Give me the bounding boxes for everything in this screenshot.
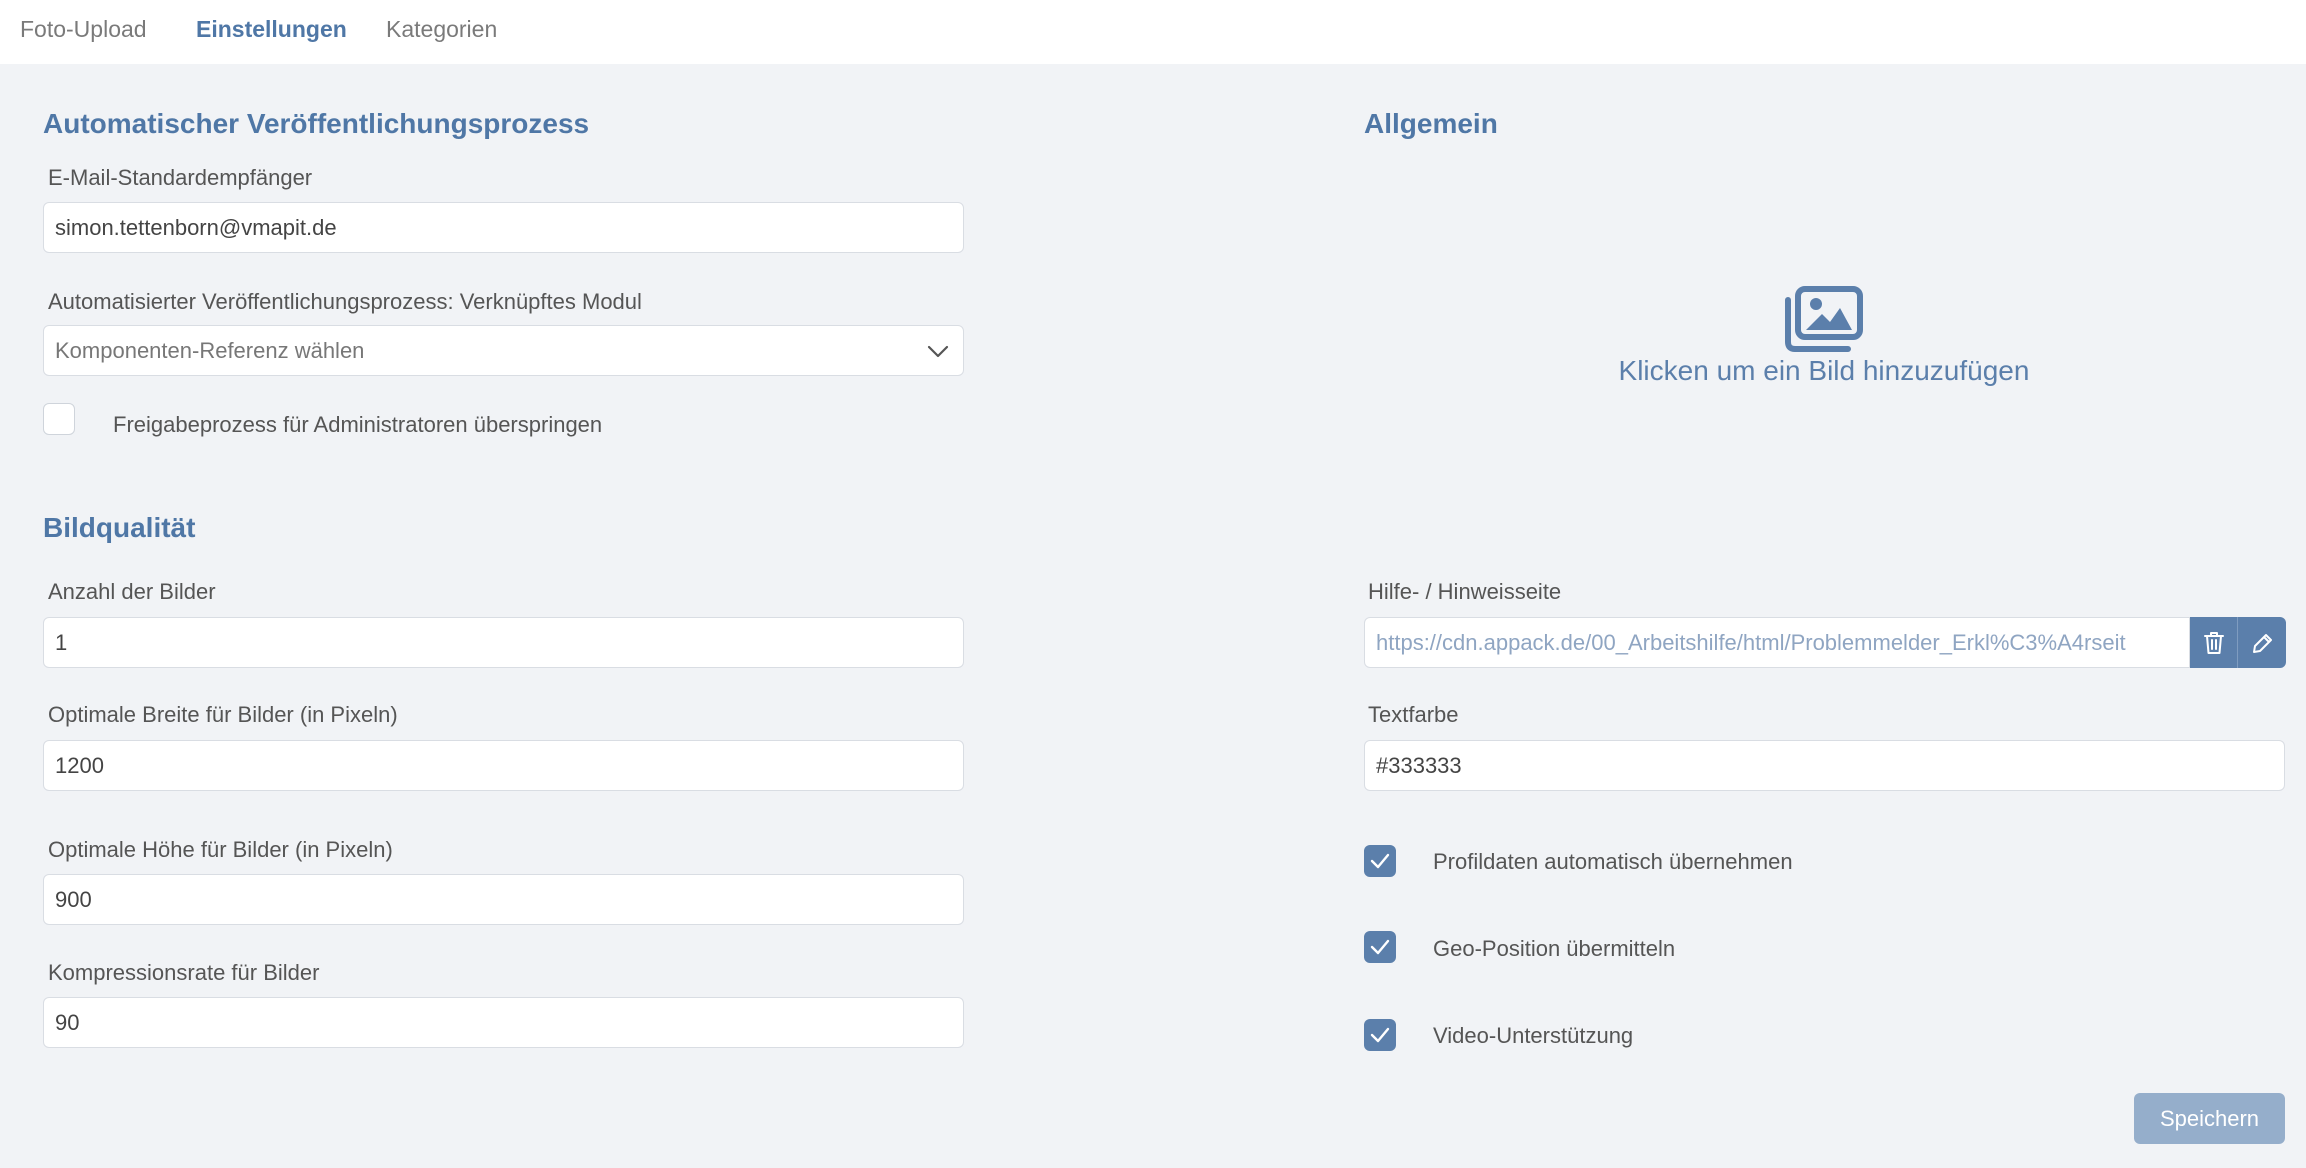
check-icon [1370, 1027, 1390, 1043]
image-upload-text: Klicken um ein Bild hinzuzufügen [1618, 355, 2030, 386]
height-label: Optimale Höhe für Bilder (in Pixeln) [48, 837, 393, 862]
publishing-heading: Automatischer Veröffentlichungsprozess [43, 108, 590, 139]
video-label: Video-Unterstützung [1433, 1023, 1634, 1048]
tab-kategorien[interactable]: Kategorien [386, 16, 497, 43]
delete-help-button[interactable] [2190, 617, 2238, 668]
trash-icon [2204, 632, 2224, 654]
check-icon [1370, 853, 1390, 869]
top-navigation: Foto-Upload Einstellungen Kategorien [0, 0, 2306, 64]
profile-checkbox[interactable] [1364, 845, 1396, 877]
textcolor-input[interactable]: #333333 [1364, 740, 2285, 791]
pencil-icon [2253, 634, 2272, 653]
help-label: Hilfe- / Hinweisseite [1368, 579, 1562, 604]
geo-checkbox[interactable] [1364, 931, 1396, 963]
height-input[interactable]: 900 [43, 874, 964, 925]
compression-label: Kompressionsrate für Bilder [48, 960, 320, 985]
module-label: Automatisierter Veröffentlichungsprozess… [48, 289, 642, 314]
save-button[interactable]: Speichern [2134, 1093, 2285, 1144]
email-label: E-Mail-Standardempfänger [48, 165, 313, 190]
edit-help-button[interactable] [2238, 617, 2286, 668]
general-heading: Allgemein [1364, 108, 1498, 139]
textcolor-label: Textfarbe [1368, 702, 1459, 727]
help-url-input[interactable]: https://cdn.appack.de/00_Arbeitshilfe/ht… [1364, 617, 2190, 668]
width-label: Optimale Breite für Bilder (in Pixeln) [48, 702, 398, 727]
quality-heading: Bildqualität [43, 512, 196, 543]
count-label: Anzahl der Bilder [48, 579, 216, 604]
module-select-value: Komponenten-Referenz wählen [55, 338, 365, 363]
skip-admin-checkbox[interactable] [43, 403, 75, 435]
geo-label: Geo-Position übermitteln [1433, 936, 1676, 961]
check-icon [1370, 939, 1390, 955]
profile-label: Profildaten automatisch übernehmen [1433, 849, 1793, 874]
tab-einstellungen[interactable]: Einstellungen [196, 16, 347, 43]
width-input[interactable]: 1200 [43, 740, 964, 791]
compression-input[interactable]: 90 [43, 997, 964, 1048]
chevron-down-icon [927, 345, 949, 358]
count-input[interactable]: 1 [43, 617, 964, 668]
tab-foto-upload[interactable]: Foto-Upload [20, 16, 147, 43]
video-checkbox[interactable] [1364, 1019, 1396, 1051]
module-select[interactable]: Komponenten-Referenz wählen [43, 325, 964, 376]
skip-admin-label: Freigabeprozess für Administratoren über… [113, 412, 603, 437]
image-upload-area[interactable]: Klicken um ein Bild hinzuzufügen [1365, 260, 2283, 410]
email-input[interactable]: simon.tettenborn@vmapit.de [43, 202, 964, 253]
images-icon [1785, 286, 1863, 352]
